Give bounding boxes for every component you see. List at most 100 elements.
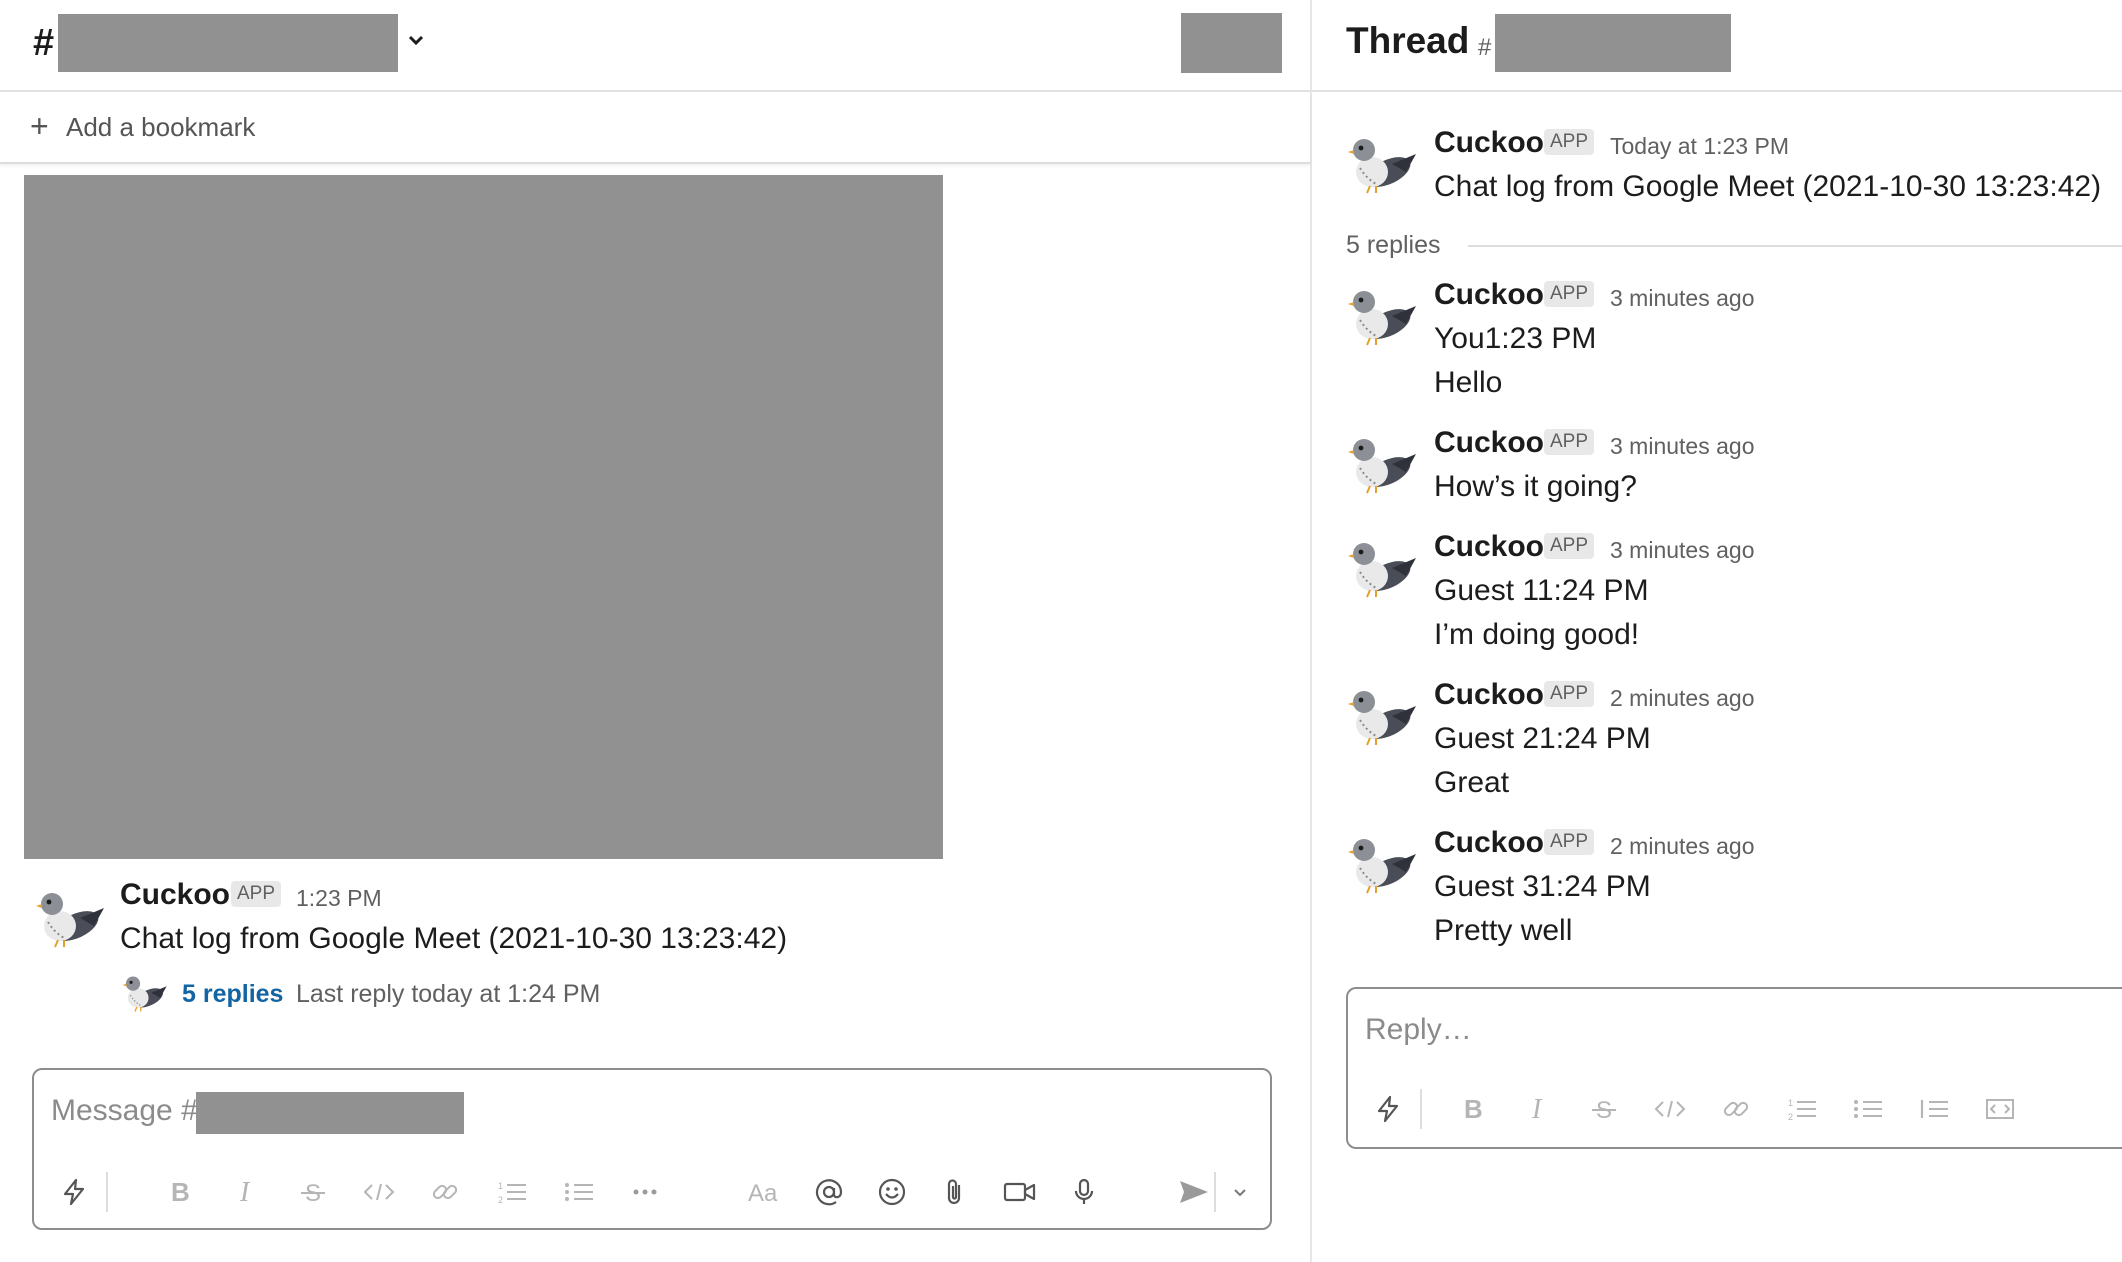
message-text: Chat log from Google Meet (2021-10-30 13… — [120, 922, 788, 955]
reply-line: Guest 21:24 PM — [1434, 722, 1651, 755]
cuckoo-avatar[interactable] — [1346, 432, 1416, 500]
bookmark-bar: + Add a bookmark — [0, 92, 1310, 164]
reply-author[interactable]: Cuckoo — [1434, 826, 1544, 860]
reply-input[interactable]: Reply… — [1365, 1013, 1472, 1047]
reply-avatar — [121, 975, 167, 1013]
app-badge: APP — [1544, 533, 1595, 559]
send-divider — [1214, 1172, 1216, 1212]
ordered-list-icon[interactable]: 12 — [1782, 1089, 1822, 1129]
strikethrough-icon[interactable]: S — [293, 1172, 333, 1212]
app-badge: APP — [1544, 281, 1595, 307]
replies-count: 5 replies — [1346, 231, 1441, 259]
reply-composer[interactable]: Reply… B I S 12 — [1346, 987, 2122, 1149]
header-action-redacted[interactable] — [1181, 13, 1282, 73]
bold-icon[interactable]: B — [159, 1172, 199, 1212]
microphone-icon[interactable] — [1064, 1172, 1104, 1212]
cuckoo-avatar[interactable] — [1346, 132, 1416, 200]
message-composer[interactable]: Message # B I S 12 Aa — [32, 1068, 1272, 1230]
thread-parent-timestamp[interactable]: Today at 1:23 PM — [1610, 133, 1789, 160]
thread-channel-hash: # — [1478, 34, 1492, 61]
svg-text:B: B — [171, 1177, 190, 1207]
replies-link[interactable]: 5 replies — [182, 980, 283, 1009]
send-options-chevron-icon[interactable] — [1220, 1172, 1260, 1212]
code-icon[interactable] — [359, 1172, 399, 1212]
message-timestamp[interactable]: 1:23 PM — [296, 885, 382, 912]
video-icon[interactable] — [1000, 1172, 1040, 1212]
svg-text:B: B — [1464, 1094, 1483, 1124]
code-icon[interactable] — [1650, 1089, 1690, 1129]
toolbar-divider — [106, 1172, 108, 1212]
app-badge: APP — [231, 881, 282, 907]
reply-timestamp[interactable]: 3 minutes ago — [1610, 433, 1754, 460]
reply-timestamp[interactable]: 3 minutes ago — [1610, 285, 1754, 312]
svg-text:I: I — [1531, 1094, 1543, 1124]
replies-divider — [1468, 245, 2122, 247]
svg-text:1: 1 — [1788, 1098, 1793, 1108]
italic-icon[interactable]: I — [226, 1172, 266, 1212]
reply-author[interactable]: Cuckoo — [1434, 426, 1544, 460]
app-badge: APP — [1544, 681, 1595, 707]
link-icon[interactable] — [1716, 1089, 1756, 1129]
channel-name-redacted[interactable] — [58, 14, 398, 72]
bulleted-list-icon[interactable] — [1848, 1089, 1888, 1129]
svg-text:Aa: Aa — [748, 1180, 778, 1207]
ordered-list-icon[interactable]: 12 — [492, 1172, 532, 1212]
italic-icon[interactable]: I — [1518, 1089, 1558, 1129]
reply-author[interactable]: Cuckoo — [1434, 678, 1544, 712]
channel-pane: # + Add a bookmark Cuckoo APP 1:23 PM Ch… — [0, 0, 1312, 1262]
blockquote-icon[interactable] — [1914, 1089, 1954, 1129]
thread-title: Thread — [1346, 20, 1470, 61]
channel-hash: # — [33, 22, 55, 64]
reply-line: How’s it going? — [1434, 470, 1637, 503]
thread-header: Thread # — [1312, 0, 2122, 92]
thread-parent-author[interactable]: Cuckoo — [1434, 126, 1544, 160]
reply-timestamp[interactable]: 2 minutes ago — [1610, 685, 1754, 712]
reply-line: Guest 11:24 PM — [1434, 574, 1649, 607]
last-reply-text: Last reply today at 1:24 PM — [296, 980, 601, 1008]
attach-icon[interactable] — [935, 1172, 975, 1212]
reply-line: Guest 31:24 PM — [1434, 870, 1651, 903]
image-attachment-redacted[interactable] — [24, 175, 943, 859]
add-bookmark-button[interactable]: Add a bookmark — [66, 112, 255, 143]
send-icon[interactable] — [1174, 1172, 1214, 1212]
cuckoo-avatar[interactable] — [1346, 832, 1416, 900]
channel-header: # — [0, 0, 1310, 92]
reply-line: Great — [1434, 766, 1510, 799]
message-input[interactable]: Message # — [51, 1094, 198, 1128]
reply-author[interactable]: Cuckoo — [1434, 530, 1544, 564]
more-icon[interactable] — [625, 1172, 665, 1212]
composer-channel-redacted — [196, 1092, 464, 1134]
reply-line: You1:23 PM — [1434, 322, 1597, 355]
cuckoo-avatar[interactable] — [1346, 684, 1416, 752]
chevron-down-icon[interactable] — [406, 30, 426, 55]
plus-icon[interactable]: + — [30, 110, 49, 142]
reply-timestamp[interactable]: 2 minutes ago — [1610, 833, 1754, 860]
shortcuts-icon[interactable] — [54, 1172, 94, 1212]
bulleted-list-icon[interactable] — [559, 1172, 599, 1212]
formatting-icon[interactable]: Aa — [745, 1172, 785, 1212]
cuckoo-avatar[interactable] — [1346, 536, 1416, 604]
cuckoo-avatar[interactable] — [34, 886, 104, 954]
svg-text:2: 2 — [1788, 1112, 1793, 1122]
bold-icon[interactable]: B — [1452, 1089, 1492, 1129]
cuckoo-avatar[interactable] — [1346, 284, 1416, 352]
app-badge: APP — [1544, 829, 1595, 855]
thread-channel-name-redacted[interactable] — [1495, 14, 1731, 72]
link-icon[interactable] — [425, 1172, 465, 1212]
shortcuts-icon[interactable] — [1368, 1089, 1408, 1129]
thread-pane: Thread # Cuckoo APP Today at 1:23 PM Cha… — [1312, 0, 2122, 1262]
svg-text:1: 1 — [498, 1181, 503, 1191]
message-author[interactable]: Cuckoo — [120, 878, 230, 912]
svg-text:I: I — [239, 1177, 251, 1207]
app-badge: APP — [1544, 129, 1595, 155]
strikethrough-icon[interactable]: S — [1584, 1089, 1624, 1129]
reply-line: I’m doing good! — [1434, 618, 1640, 651]
reply-line: Hello — [1434, 366, 1503, 399]
mention-icon[interactable] — [809, 1172, 849, 1212]
emoji-icon[interactable] — [872, 1172, 912, 1212]
code-block-icon[interactable] — [1980, 1089, 2020, 1129]
toolbar-divider — [1420, 1089, 1422, 1129]
thread-parent-text: Chat log from Google Meet (2021-10-30 13… — [1434, 170, 2102, 203]
reply-author[interactable]: Cuckoo — [1434, 278, 1544, 312]
reply-timestamp[interactable]: 3 minutes ago — [1610, 537, 1754, 564]
